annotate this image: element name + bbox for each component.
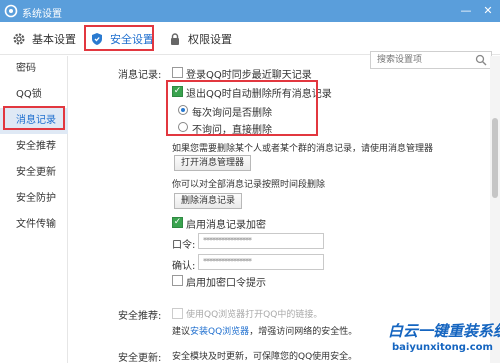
security-update-text: 安全模块及时更新，可保障您的QQ使用安全。 xyxy=(172,352,358,362)
ask-each-time-radio[interactable] xyxy=(178,105,188,115)
no-ask-delete-label: 不询问，直接删除 xyxy=(192,125,272,136)
auto-delete-on-exit-label: 退出QQ时自动删除所有消息记录 xyxy=(186,89,332,100)
tab-bar: 基本设置 安全设置 权限设置 xyxy=(0,22,500,69)
confirm-label: 确认: xyxy=(172,261,196,272)
tab-basic-settings[interactable]: 基本设置 xyxy=(12,27,76,51)
minimize-button[interactable]: — xyxy=(458,3,474,19)
sync-recent-login-checkbox[interactable] xyxy=(172,67,183,78)
sidebar-item-qq-lock[interactable]: QQ锁 xyxy=(0,82,68,108)
section-label-security-update: 安全更新: xyxy=(118,353,162,363)
shield-icon xyxy=(92,33,102,45)
password-field[interactable]: **************** xyxy=(198,233,324,249)
use-qq-browser-label: 使用QQ浏览器打开QQ中的链接。 xyxy=(186,310,323,320)
tab-label: 基本设置 xyxy=(32,33,76,46)
install-qq-browser-link[interactable]: 安装QQ浏览器 xyxy=(190,327,249,337)
enable-encrypt-checkbox[interactable]: ✓ xyxy=(172,217,183,228)
sync-recent-login-label: 登录QQ时同步最近聊天记录 xyxy=(186,70,312,81)
settings-app-icon xyxy=(4,4,18,18)
section-label-message-log: 消息记录: xyxy=(118,70,162,81)
tab-security-settings[interactable]: 安全设置 xyxy=(86,27,162,51)
enable-hint-label: 启用加密口令提示 xyxy=(186,278,266,289)
scrollbar-thumb[interactable] xyxy=(492,118,498,198)
watermark: 白云一键重装系统 baiyunxitong.com xyxy=(388,320,500,363)
no-ask-delete-radio[interactable] xyxy=(178,122,188,132)
suggestion-suffix: ，增强访问网络的安全性。 xyxy=(249,327,358,337)
suggestion-prefix: 建议 xyxy=(172,327,191,337)
delete-all-hint: 你可以对全部消息记录按照时间段删除 xyxy=(172,180,326,190)
sidebar-item-security-recommend[interactable]: 安全推荐 xyxy=(0,134,68,160)
content-scrollbar[interactable] xyxy=(490,56,500,363)
open-message-manager-button[interactable]: 打开消息管理器 xyxy=(174,155,252,171)
enable-hint-checkbox[interactable] xyxy=(172,275,183,286)
sidebar-item-file-transfer[interactable]: 文件传输 xyxy=(0,212,68,238)
sidebar: 密码 QQ锁 消息记录 安全推荐 安全更新 安全防护 文件传输 xyxy=(0,56,68,363)
suggestion-text: 建议安装QQ浏览器，增强访问网络的安全性。 xyxy=(172,324,357,337)
tab-permission-settings[interactable]: 权限设置 xyxy=(168,27,232,51)
manager-hint: 如果您需要删除某个人或者某个群的消息记录，请使用消息管理器 xyxy=(172,144,434,154)
sidebar-item-message-log[interactable]: 消息记录 xyxy=(0,108,68,134)
auto-delete-on-exit-checkbox[interactable]: ✓ xyxy=(172,86,183,97)
confirm-password-field[interactable]: **************** xyxy=(198,254,324,270)
ask-each-time-label: 每次询问是否删除 xyxy=(192,108,272,119)
gear-icon xyxy=(13,33,25,45)
use-qq-browser-checkbox[interactable] xyxy=(172,308,183,319)
sidebar-item-security-protection[interactable]: 安全防护 xyxy=(0,186,68,212)
enable-encrypt-label: 启用消息记录加密 xyxy=(186,220,266,231)
tab-label: 权限设置 xyxy=(188,33,232,46)
watermark-text: 白云一键重装系统 xyxy=(388,322,500,340)
section-label-security-recommend: 安全推荐: xyxy=(118,311,162,322)
window-title: 系统设置 xyxy=(22,9,62,20)
settings-content: 消息记录: 登录QQ时同步最近聊天记录 ✓ 退出QQ时自动删除所有消息记录 每次… xyxy=(70,56,490,363)
tab-label: 安全设置 xyxy=(110,33,154,46)
lock-icon xyxy=(171,33,179,45)
watermark-url: baiyunxitong.com xyxy=(392,342,493,353)
sidebar-item-password[interactable]: 密码 xyxy=(0,56,68,82)
close-button[interactable]: ✕ xyxy=(480,3,496,19)
sidebar-item-security-update[interactable]: 安全更新 xyxy=(0,160,68,186)
password-label: 口令: xyxy=(172,240,196,251)
title-bar: 系统设置 — ✕ xyxy=(0,0,500,22)
delete-message-log-button[interactable]: 删除消息记录 xyxy=(174,193,243,209)
